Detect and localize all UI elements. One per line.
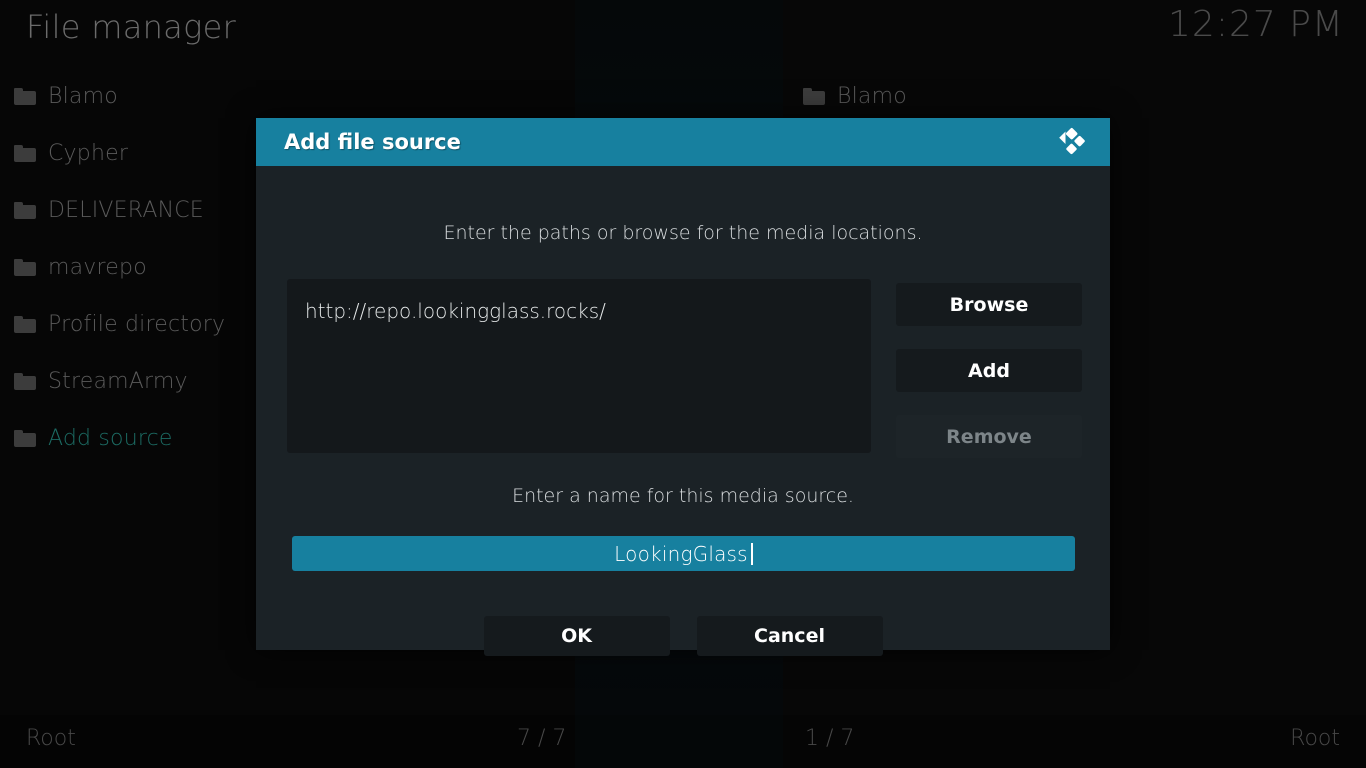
folder-icon [14, 373, 36, 390]
kodi-screen: File manager 12:27 PM Blamo Cypher DELIV… [0, 0, 1366, 768]
path-action-buttons: Browse Add Remove [896, 283, 1082, 481]
clock: 12:27 PM [1168, 4, 1344, 45]
folder-icon [14, 259, 36, 276]
text-cursor [751, 543, 753, 565]
source-name-input[interactable]: LookingGlass [292, 536, 1075, 571]
folder-icon [14, 430, 36, 447]
dialog-action-row: OK Cancel [256, 616, 1110, 656]
list-item-label: StreamArmy [48, 369, 188, 394]
remove-button: Remove [896, 415, 1082, 458]
list-item-label: Cypher [48, 141, 128, 166]
kodi-logo-icon [1054, 125, 1088, 159]
folder-icon [14, 202, 36, 219]
status-bar-left-segment [0, 715, 575, 768]
paths-list[interactable]: http://repo.lookingglass.rocks/ [287, 279, 871, 453]
dialog-title: Add file source [284, 130, 461, 154]
list-item-label: Profile directory [48, 312, 225, 337]
list-item-label: Blamo [48, 84, 118, 109]
list-item-label: mavrepo [48, 255, 147, 280]
right-file-list: Blamo [783, 68, 1366, 125]
add-file-source-dialog: Add file source Enter the paths or brows… [256, 118, 1110, 650]
dialog-header: Add file source [256, 118, 1110, 166]
folder-icon [803, 88, 825, 105]
list-item[interactable]: Blamo [0, 68, 575, 125]
cancel-button[interactable]: Cancel [697, 616, 883, 656]
path-list-item[interactable]: http://repo.lookingglass.rocks/ [305, 299, 855, 323]
right-pane-path: Root [1290, 726, 1340, 751]
right-pane-count: 1 / 7 [805, 726, 854, 751]
list-item-label: DELIVERANCE [48, 198, 204, 223]
name-hint-label: Enter a name for this media source. [256, 485, 1110, 507]
status-bar: Root 7 / 7 1 / 7 Root [0, 715, 1366, 768]
folder-icon [14, 316, 36, 333]
browse-button[interactable]: Browse [896, 283, 1082, 326]
left-pane-path: Root [26, 726, 76, 751]
folder-icon [14, 145, 36, 162]
status-bar-right-segment [783, 715, 1366, 768]
list-item-label: Add source [48, 426, 173, 451]
add-button[interactable]: Add [896, 349, 1082, 392]
source-name-value: LookingGlass [614, 542, 748, 566]
list-item[interactable]: Blamo [783, 68, 1366, 125]
ok-button[interactable]: OK [484, 616, 670, 656]
page-title: File manager [26, 8, 236, 46]
paths-hint-label: Enter the paths or browse for the media … [256, 222, 1110, 244]
status-bar-center-segment [575, 715, 783, 768]
folder-icon [14, 88, 36, 105]
list-item-label: Blamo [837, 84, 907, 109]
dialog-body: Enter the paths or browse for the media … [256, 166, 1110, 650]
left-pane-count: 7 / 7 [517, 726, 566, 751]
